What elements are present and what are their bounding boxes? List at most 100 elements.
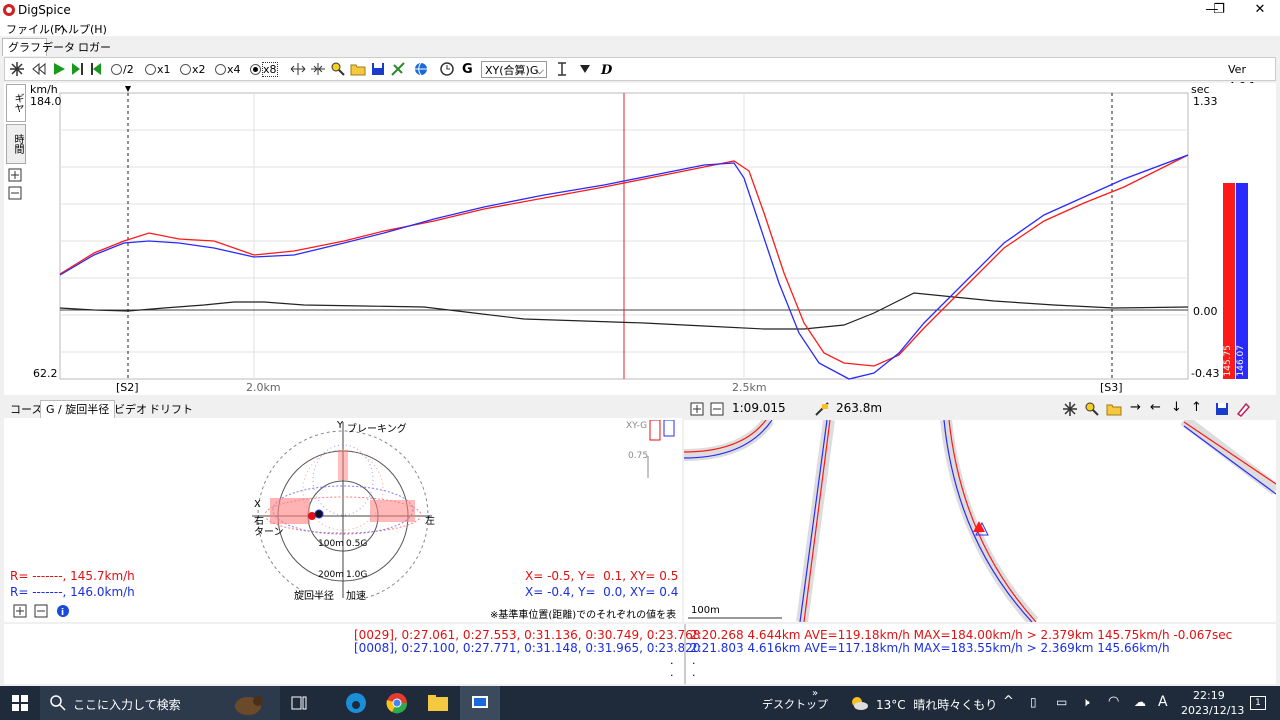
chevron-up-icon[interactable]: ^ [1003,694,1014,709]
shrink-horizontal-icon[interactable] [310,61,326,78]
r100-label: 100m [318,539,344,549]
globe-icon[interactable] [413,61,429,78]
map-time: 1:09.015 [732,401,786,415]
tools-icon[interactable] [390,61,406,78]
graph-mode-select[interactable]: XY(合算)G ⌵ [481,61,547,78]
edge-icon[interactable] [345,692,367,714]
zoom-in-icon[interactable] [8,168,22,182]
speed-graph[interactable] [4,83,1276,395]
zoom-in-icon[interactable] [690,402,704,416]
x-label-s2: [S2] [116,381,139,394]
arrow-left-icon[interactable]: ← [1150,400,1161,415]
speed-x1-radio[interactable]: x1 [145,61,171,78]
g05-label: 0.5G [346,539,368,549]
graph-mode-value: XY(合算)G [485,64,539,77]
braking-label: ブレーキング [347,424,407,435]
dropdown-arrow-icon[interactable] [577,61,593,78]
xyg-label: XY-G [626,421,648,431]
tab-logger[interactable]: ロガー [72,38,117,56]
app-logo-icon [3,4,15,16]
title-bar: DigSpice — ❐ ✕ [0,0,1280,20]
speed-x4-label: x4 [227,63,241,76]
speed-x4-radio[interactable]: x4 [215,61,241,78]
side-tab-time[interactable]: 時間 [6,124,26,164]
zoom-out-icon[interactable] [34,604,48,618]
g-button[interactable]: G [462,61,473,78]
save-icon[interactable] [1214,401,1230,417]
r200-label: 200m [318,570,344,580]
double-chevron-icon[interactable]: » [812,688,818,699]
open-folder-icon[interactable] [350,61,366,78]
step-forward-icon[interactable] [69,61,85,78]
blue-g-dot [314,509,324,519]
accel-label: 加速 [346,591,366,602]
volume-icon[interactable]: 🕨 [1082,695,1090,710]
weather-icon [852,697,868,710]
taskbar-search[interactable]: ここに入力して検索 [40,686,280,720]
task-view-icon[interactable] [291,695,307,711]
zoom-out-icon[interactable] [8,186,22,200]
play-icon[interactable] [51,61,67,78]
menu-bar: ファイル(F) ヘルプ(H) [0,20,1280,36]
wifi-icon[interactable]: ◠ [1108,694,1119,709]
close-button[interactable]: ✕ [1242,0,1278,20]
clock-time[interactable]: 22:19 [1193,689,1225,702]
windows-start-icon[interactable] [12,695,28,711]
red-summary: 2:20.268 4.644km AVE=119.18km/h MAX=184.… [690,628,1233,642]
eraser-icon[interactable] [1235,401,1251,417]
speed-half-radio[interactable]: /2 [111,61,134,78]
g-radius-panel: コース G / 旋回半径 ビデオ ドリフト Y ブレーキング X 右 ターン 左… [4,398,682,636]
version-label: Ver 4.6.1 [1228,63,1256,93]
onedrive-icon[interactable]: ☁ [1134,695,1146,709]
side-tab-speed[interactable]: ギヤ [6,84,26,122]
info-icon[interactable]: i [56,604,70,618]
step-back-icon[interactable] [89,61,105,78]
ime-indicator[interactable]: A [1158,694,1168,710]
arrow-up-icon[interactable]: ↑ [1191,400,1202,415]
speed-x2-radio[interactable]: x2 [180,61,206,78]
battery-icon[interactable]: ▭ [1056,695,1067,709]
toolbar: /2 x1 x2 x4 x8 G XY(合算)G⌵ D Ver 4.6.1 [4,57,1276,93]
open-folder-icon[interactable] [1106,401,1122,417]
red-xy-readout: X= -0.5, Y= 0.1, XY= 0.5 [525,569,679,583]
zoom-in-icon[interactable] [13,604,27,618]
x-label-25km: 2.5km [732,381,767,394]
arrow-down-icon[interactable]: ↓ [1171,400,1182,415]
save-icon[interactable] [370,61,386,78]
position-marker-icon[interactable] [125,86,131,92]
radius-label: 旋回半径 [294,591,334,602]
menu-help[interactable]: ヘルプ(H) [57,21,107,37]
arrow-right-icon[interactable]: → [1130,400,1141,415]
rewind-icon[interactable] [31,61,47,78]
zoom-out-icon[interactable] [710,402,724,416]
chrome-icon[interactable] [386,692,408,714]
file-explorer-icon[interactable] [427,693,449,713]
search-placeholder: ここに入力して検索 [73,698,181,712]
blue-xy-readout: X= -0.4, Y= 0.0, XY= 0.4 [525,585,679,599]
maximize-button[interactable]: ❐ [1201,0,1237,20]
zoom-icon[interactable] [1084,401,1100,417]
expand-horizontal-icon[interactable] [290,61,306,78]
speed-x1-label: x1 [157,63,171,76]
cursor-text-icon[interactable] [554,61,570,78]
device-icon[interactable]: ▯ [1030,695,1037,709]
speed-x8-radio[interactable]: x8 [250,61,278,78]
x-label-s3: [S3] [1100,381,1123,394]
map-toolbar: 1:09.015 263.8m → ← ↓ ↑ [684,398,1276,420]
clock-icon[interactable] [439,61,455,78]
clock-date[interactable]: 2023/12/13 [1181,704,1244,717]
weather-label[interactable]: 13°C 晴れ時々くもり [876,696,997,713]
sparkle-icon[interactable] [9,61,25,78]
tab-drift[interactable]: ドリフト [143,400,199,418]
course-map[interactable] [684,420,1276,622]
d-icon[interactable]: D [599,61,615,78]
notification-button[interactable]: 1 [1250,696,1266,710]
digspice-app-icon [472,696,488,708]
sparkle-icon[interactable] [1062,401,1078,417]
zoom-icon[interactable] [330,61,346,78]
tab-g-radius[interactable]: G / 旋回半径 [40,400,116,418]
digspice-taskbar-button[interactable] [460,686,500,720]
y-axis-label: Y [337,420,344,431]
g-circle-plot[interactable] [250,420,440,600]
left-label: 左 [425,516,435,527]
